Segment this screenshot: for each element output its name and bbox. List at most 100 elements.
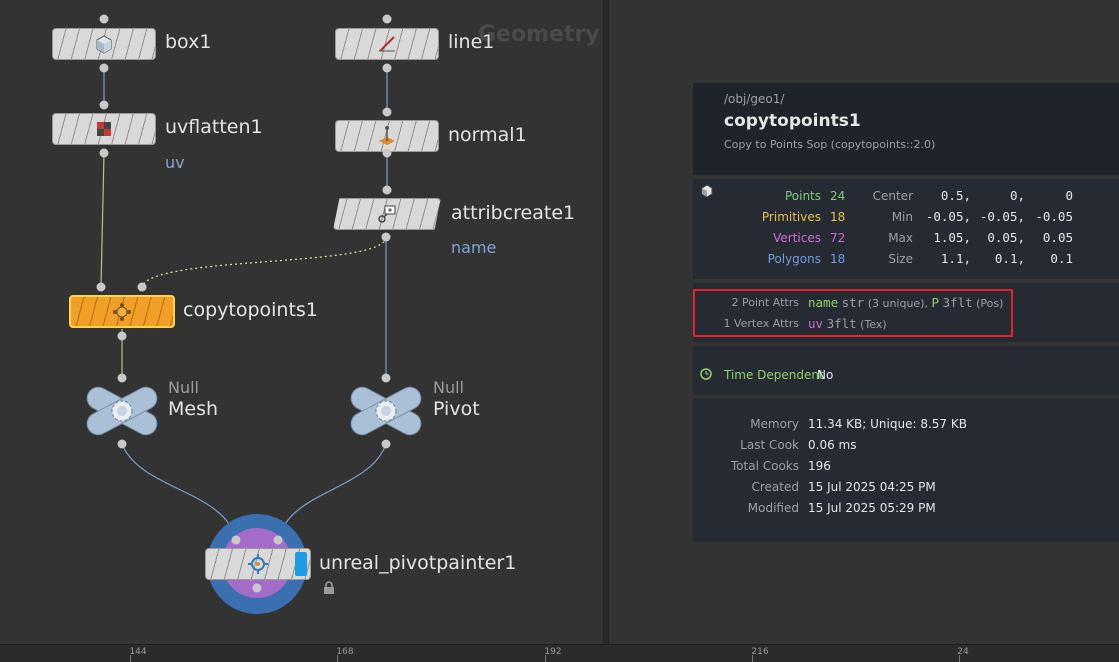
node-normal-label: normal1 xyxy=(448,124,527,146)
normal-output-dot[interactable] xyxy=(382,148,392,158)
bounds-center-z: 0 xyxy=(1065,188,1073,203)
attribcreate-input-dot[interactable] xyxy=(382,185,392,195)
tick-label: 144 xyxy=(129,647,147,657)
mesh-input-dot[interactable] xyxy=(117,373,127,383)
bounds-center-y: 0, xyxy=(1009,188,1025,203)
info-separator xyxy=(693,175,1119,179)
count-label-vertices: Vertices xyxy=(773,231,821,245)
wire-mesh-painter xyxy=(121,443,237,541)
bounds-label-min: Min xyxy=(891,210,913,224)
bounds-min-z: -0.05 xyxy=(1035,209,1073,224)
count-label-polygons: Polygons xyxy=(767,252,821,266)
painter-output-dot[interactable] xyxy=(252,583,262,593)
bounds-max-x: 1.05, xyxy=(933,230,971,245)
timeline-ruler[interactable]: 144 168 192 216 24 xyxy=(0,644,1119,662)
bounds-size-y: 0.1, xyxy=(994,251,1025,266)
copy-input2-dot[interactable] xyxy=(137,282,147,292)
attribcreate-icon xyxy=(378,205,396,223)
uvflatten-icon xyxy=(97,122,111,136)
node-pivotpainter-label: unreal_pivotpainter1 xyxy=(319,552,517,574)
info-separator xyxy=(693,279,1119,283)
node-copytopoints[interactable] xyxy=(69,295,175,328)
normal-input-dot[interactable] xyxy=(382,107,392,117)
line-input-dot[interactable] xyxy=(382,14,392,24)
count-value-primitives: 18 xyxy=(830,210,846,224)
node-name: copytopoints1 xyxy=(724,111,861,131)
crosshair-icon xyxy=(248,554,268,574)
tick-label: 24 xyxy=(957,647,969,657)
stat-label-last-cook: Last Cook xyxy=(740,438,799,452)
wire-attribcreate-copy xyxy=(141,236,387,288)
node-attribcreate[interactable] xyxy=(333,198,441,230)
tick-label: 216 xyxy=(751,647,769,657)
node-line[interactable] xyxy=(335,28,439,60)
bounds-min-y: -0.05, xyxy=(979,209,1025,224)
box-input-dot[interactable] xyxy=(99,14,109,24)
network-editor[interactable]: Geometry box1 line1 uvflatten1 uv normal… xyxy=(0,0,603,644)
node-uvflatten-flag: uv xyxy=(165,153,185,172)
wire-pivot-painter xyxy=(277,443,387,541)
bounds-max-z: 0.05 xyxy=(1042,230,1073,245)
node-box[interactable] xyxy=(52,28,156,60)
clock-icon xyxy=(700,368,712,380)
uvflatten-output-dot[interactable] xyxy=(99,148,109,158)
stat-label-modified: Modified xyxy=(747,501,799,515)
attributes-highlight-box xyxy=(693,289,1013,337)
node-attribcreate-label: attribcreate1 xyxy=(451,202,576,224)
info-separator xyxy=(693,342,1119,346)
display-flag[interactable] xyxy=(295,552,307,576)
node-pivot-label: Pivot xyxy=(433,398,480,420)
box-output-dot[interactable] xyxy=(99,63,109,73)
stat-value-total-cooks: 196 xyxy=(808,459,831,473)
copy-output-dot[interactable] xyxy=(117,331,127,341)
line-output-dot[interactable] xyxy=(382,63,392,73)
bounds-label-max: Max xyxy=(888,231,913,245)
null-mesh-type: Null xyxy=(168,378,199,397)
geometry-icon xyxy=(701,184,713,198)
time-dependent-value: No xyxy=(817,368,834,382)
painter-input2-dot[interactable] xyxy=(273,535,283,545)
time-dependent-label: Time Dependent xyxy=(724,368,824,382)
node-uvflatten[interactable] xyxy=(52,113,156,145)
node-uvflatten-label: uvflatten1 xyxy=(165,116,263,138)
lock-icon[interactable] xyxy=(322,581,336,595)
null-pivot-node[interactable] xyxy=(348,385,424,437)
bounds-label-center: Center xyxy=(872,189,913,203)
node-line-label: line1 xyxy=(448,31,495,53)
node-type: Copy to Points Sop (copytopoints::2.0) xyxy=(724,138,936,151)
node-normal[interactable] xyxy=(335,120,439,152)
count-label-primitives: Primitives xyxy=(761,210,821,224)
null-mesh-node[interactable] xyxy=(84,385,160,437)
node-path: /obj/geo1/ xyxy=(724,92,785,106)
node-attribcreate-flag: name xyxy=(451,238,497,257)
bounds-size-x: 1.1, xyxy=(940,251,971,266)
stat-value-created: 15 Jul 2025 04:25 PM xyxy=(808,480,936,494)
uvflatten-input-dot[interactable] xyxy=(99,100,109,110)
bounds-size-z: 0.1 xyxy=(1050,251,1073,266)
stat-value-memory: 11.34 KB; Unique: 8.57 KB xyxy=(808,417,967,431)
line-icon xyxy=(379,36,395,52)
mesh-output-dot[interactable] xyxy=(117,439,127,449)
pivot-input-dot[interactable] xyxy=(381,373,391,383)
count-value-points: 24 xyxy=(830,189,846,203)
bounds-center-x: 0.5, xyxy=(940,188,971,203)
count-value-polygons: 18 xyxy=(830,252,846,266)
bounds-min-x: -0.05, xyxy=(925,209,971,224)
node-copytopoints-label: copytopoints1 xyxy=(183,299,318,321)
copytopoints-icon xyxy=(113,302,131,321)
node-pivotpainter[interactable] xyxy=(205,548,311,580)
stat-label-total-cooks: Total Cooks xyxy=(730,459,799,473)
copy-input1-dot[interactable] xyxy=(96,282,106,292)
count-value-vertices: 72 xyxy=(830,231,846,245)
info-separator xyxy=(693,395,1119,399)
stat-value-last-cook: 0.06 ms xyxy=(808,438,857,452)
node-mesh-label: Mesh xyxy=(168,398,219,420)
normal-icon xyxy=(379,126,395,145)
tick-label: 168 xyxy=(336,647,354,657)
wire-uvflatten-copy xyxy=(100,152,105,288)
pivot-output-dot[interactable] xyxy=(381,439,391,449)
bounds-label-size: Size xyxy=(888,252,913,266)
attribcreate-output-dot[interactable] xyxy=(381,232,391,242)
count-label-points: Points xyxy=(784,189,821,203)
painter-input1-dot[interactable] xyxy=(231,535,241,545)
